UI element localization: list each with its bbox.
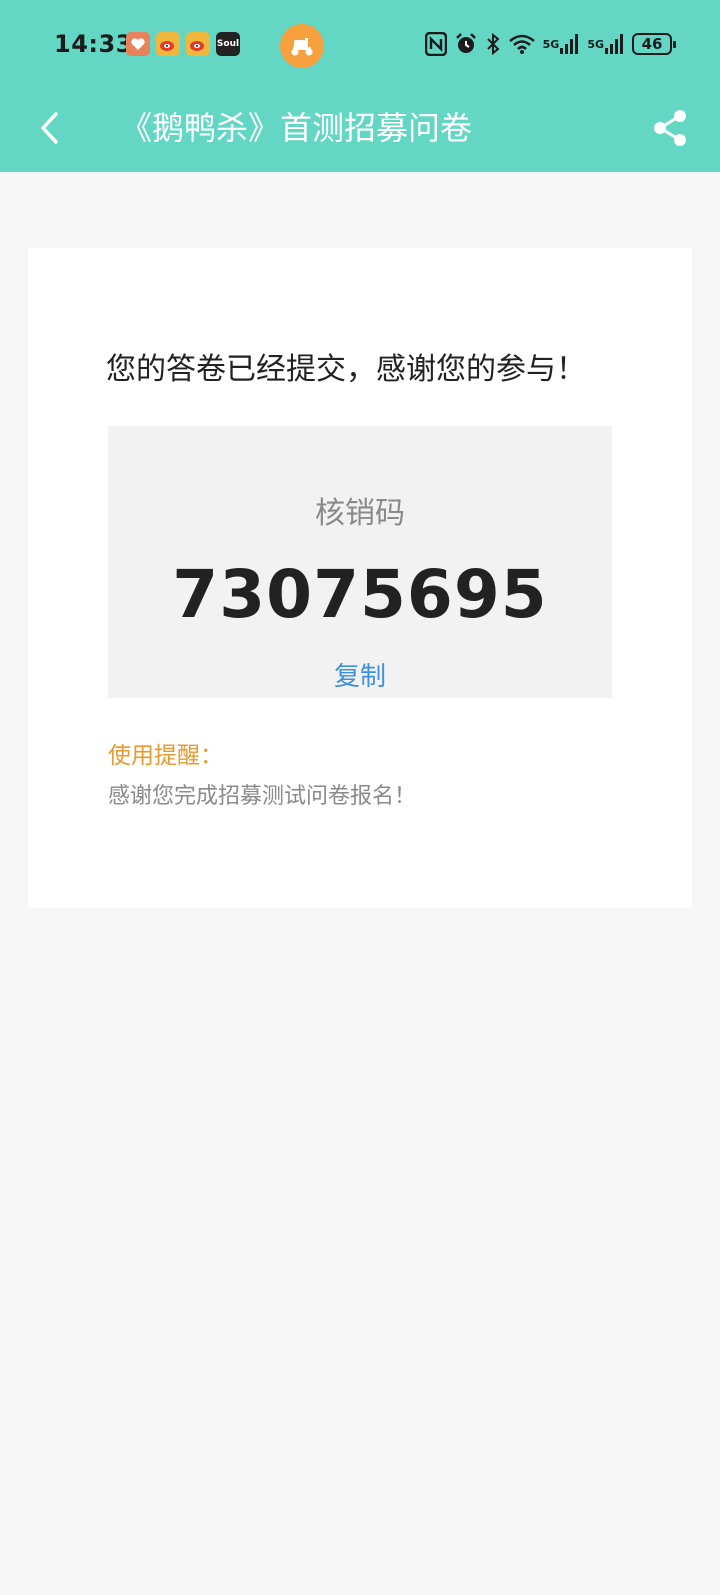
status-bar: 14:33 Soul 5G 5G 46 (0, 0, 720, 90)
bluetooth-icon (485, 32, 501, 56)
notification-icons: Soul (126, 32, 240, 56)
share-button[interactable] (646, 104, 694, 152)
app-bar: 《鹅鸭杀》首测招募问卷 (0, 90, 720, 172)
submission-message: 您的答卷已经提交，感谢您的参与！ (106, 352, 586, 387)
back-button[interactable] (26, 104, 74, 152)
verification-code-label: 核销码 (315, 496, 405, 531)
health-app-icon (126, 32, 150, 56)
battery-indicator: 46 (632, 33, 676, 55)
chevron-left-icon (41, 112, 58, 144)
result-card: 您的答卷已经提交，感谢您的参与！ 核销码 73075695 复制 使用提醒： 感… (28, 248, 692, 908)
weibo-icon (156, 32, 180, 56)
app-screen: 14:33 Soul 5G 5G 46 《鹅鸭杀》首测招募问卷 您的答卷已经提交… (0, 0, 720, 1595)
share-icon (654, 110, 686, 146)
soul-app-label: Soul (216, 39, 240, 49)
header: 14:33 Soul 5G 5G 46 《鹅鸭杀》首测招募问卷 (0, 0, 720, 172)
verification-code-value[interactable]: 73075695 (108, 556, 612, 633)
wifi-icon (508, 32, 536, 56)
usage-tip-text: 感谢您完成招募测试问卷报名！ (108, 784, 417, 809)
usage-tip-title: 使用提醒： (108, 743, 223, 769)
alarm-icon (454, 32, 478, 56)
signal-type-label: 5G (542, 37, 560, 51)
delivery-scooter-icon[interactable] (280, 24, 324, 68)
copy-button[interactable]: 复制 (310, 656, 410, 693)
system-status-icons: 5G 5G 46 (424, 32, 676, 56)
battery-level: 46 (641, 35, 663, 53)
signal-type-label: 5G (587, 37, 604, 51)
soul-app-icon: Soul (216, 32, 240, 56)
page-title: 《鹅鸭杀》首测招募问卷 (120, 109, 473, 147)
cellular-signal-icon: 5G (587, 32, 625, 56)
nfc-icon (424, 32, 447, 56)
status-time: 14:33 (54, 30, 133, 58)
verification-code-box: 核销码 73075695 复制 (108, 426, 612, 698)
weibo-icon (186, 32, 210, 56)
cellular-signal-icon: 5G (543, 32, 581, 56)
